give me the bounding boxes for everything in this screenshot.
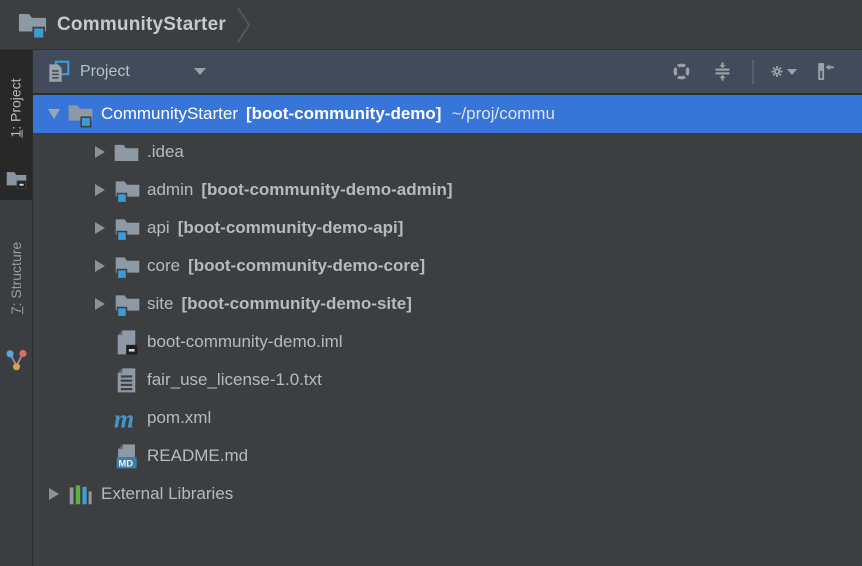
row-name: api — [147, 218, 170, 238]
breadcrumb-project-label: CommunityStarter — [57, 14, 226, 36]
locate-target-button[interactable] — [668, 59, 694, 85]
libraries-icon — [67, 481, 94, 508]
row-module: [boot-community-demo-core] — [188, 256, 425, 276]
row-name: admin — [147, 180, 193, 200]
hide-panel-button[interactable] — [812, 59, 838, 85]
project-root-folder-icon — [67, 101, 94, 128]
chevron-down-icon — [787, 69, 797, 75]
structure-tab-icon — [5, 349, 28, 372]
collapse-all-icon — [712, 61, 733, 82]
collapsed-chevron-icon[interactable] — [87, 171, 113, 209]
row-name: boot-community-demo.iml — [147, 332, 343, 352]
row-name: CommunityStarter — [101, 104, 238, 124]
row-module: [boot-community-demo-api] — [178, 218, 404, 238]
structure-tab-label: 7: Structure — [8, 242, 24, 314]
settings-button[interactable] — [771, 59, 797, 85]
project-tab-label: 1: Project — [8, 78, 24, 137]
tree-row-core[interactable]: core [boot-community-demo-core] — [33, 247, 862, 285]
expanded-chevron-icon[interactable] — [41, 95, 67, 133]
collapsed-chevron-icon[interactable] — [87, 133, 113, 171]
row-name: site — [147, 294, 173, 314]
tree-row-idea[interactable]: .idea — [33, 133, 862, 171]
project-view-icon — [45, 59, 71, 85]
header-actions — [668, 59, 862, 85]
toolbar-separator — [752, 60, 754, 84]
row-module: [boot-community-demo-admin] — [201, 180, 452, 200]
tool-window-stripe: 1: Project 7: Structure — [0, 50, 33, 566]
module-folder-icon — [113, 177, 140, 204]
tree-row-admin[interactable]: admin [boot-community-demo-admin] — [33, 171, 862, 209]
tool-window-tab-project[interactable]: 1: Project — [0, 50, 32, 200]
row-name: core — [147, 256, 180, 276]
maven-file-icon — [113, 405, 140, 432]
project-tab-label-wrap: 1: Project — [0, 58, 32, 158]
tree-row-site[interactable]: site [boot-community-demo-site] — [33, 285, 862, 323]
tree-row-iml-file[interactable]: boot-community-demo.iml — [33, 323, 862, 361]
breadcrumb-project[interactable]: CommunityStarter — [17, 9, 226, 40]
row-name: .idea — [147, 142, 184, 162]
text-file-icon — [113, 367, 140, 394]
tool-window-title: Project — [80, 63, 130, 81]
target-icon — [671, 61, 692, 82]
row-module: [boot-community-demo-site] — [181, 294, 411, 314]
navigation-bar: CommunityStarter — [0, 0, 862, 50]
row-name: External Libraries — [101, 484, 233, 504]
row-path: ~/proj/commu — [451, 104, 554, 124]
view-mode-dropdown[interactable]: Project — [45, 59, 206, 85]
project-tree: CommunityStarter [boot-community-demo] ~… — [33, 95, 862, 566]
gear-icon — [771, 61, 783, 82]
tool-window-tab-structure[interactable]: 7: Structure — [0, 216, 32, 372]
collapsed-chevron-icon[interactable] — [41, 475, 67, 513]
chevron-down-icon — [194, 68, 206, 75]
iml-file-icon — [113, 329, 140, 356]
collapsed-chevron-icon[interactable] — [87, 209, 113, 247]
ide-project-tool-window: CommunityStarter 1: Project 7: Structure — [0, 0, 862, 566]
collapsed-chevron-icon[interactable] — [87, 247, 113, 285]
tree-row-external-libraries[interactable]: External Libraries — [33, 475, 862, 513]
row-name: fair_use_license-1.0.txt — [147, 370, 322, 390]
project-tab-icon — [5, 167, 28, 190]
row-name: pom.xml — [147, 408, 211, 428]
tree-row-api[interactable]: api [boot-community-demo-api] — [33, 209, 862, 247]
hide-panel-icon — [815, 61, 836, 82]
structure-tab-label-wrap: 7: Structure — [0, 216, 32, 340]
tool-window-header: Project — [33, 50, 862, 95]
collapsed-chevron-icon[interactable] — [87, 285, 113, 323]
module-folder-icon — [113, 215, 140, 242]
project-panel: Project — [33, 50, 862, 566]
module-folder-icon — [113, 253, 140, 280]
tree-row-readme-file[interactable]: README.md — [33, 437, 862, 475]
row-module: [boot-community-demo] — [246, 104, 441, 124]
folder-icon — [113, 139, 140, 166]
breadcrumb-chevron-icon — [236, 5, 254, 45]
tree-row-project-root[interactable]: CommunityStarter [boot-community-demo] ~… — [33, 95, 862, 133]
project-root-folder-icon — [17, 9, 48, 40]
tree-row-license-file[interactable]: fair_use_license-1.0.txt — [33, 361, 862, 399]
row-name: README.md — [147, 446, 248, 466]
module-folder-icon — [113, 291, 140, 318]
tree-row-pom-file[interactable]: pom.xml — [33, 399, 862, 437]
markdown-file-icon — [113, 443, 140, 470]
collapse-all-button[interactable] — [709, 59, 735, 85]
